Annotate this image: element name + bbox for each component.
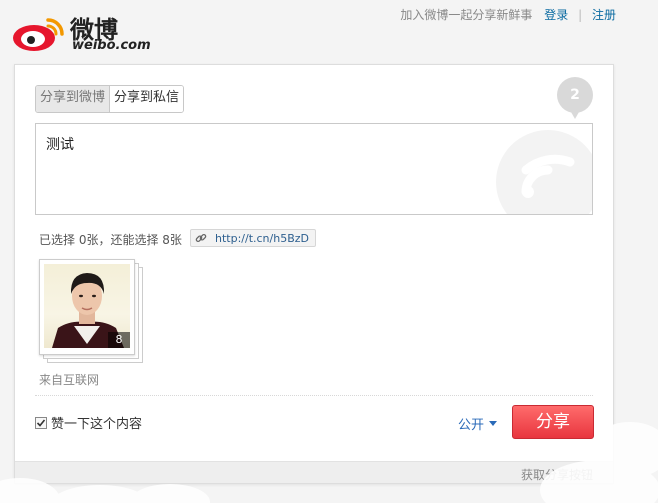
- image-count-badge: 8: [108, 332, 130, 348]
- login-link[interactable]: 登录: [544, 8, 568, 22]
- image-selection-info: 已选择 0张，还能选择 8张: [39, 233, 182, 247]
- short-link-url: http://t.cn/h5BzD: [215, 231, 309, 245]
- divider: [35, 395, 593, 396]
- thumbnail-stack[interactable]: 8: [39, 259, 145, 363]
- link-separator: |: [578, 8, 583, 22]
- share-textarea[interactable]: 测试: [35, 123, 593, 215]
- portrait-photo: 8: [44, 264, 130, 348]
- short-link-box[interactable]: http://t.cn/h5BzD: [190, 229, 316, 247]
- share-text-value: 测试: [46, 137, 74, 153]
- header: 微博 weibo.com 加入微博一起分享新鲜事 登录 | 注册: [0, 0, 658, 60]
- weibo-logo[interactable]: 微博 weibo.com: [12, 6, 151, 56]
- cloud-decoration: [0, 422, 658, 503]
- tab-share-message[interactable]: 分享到私信: [110, 86, 184, 112]
- image-source: 来自互联网: [39, 373, 100, 387]
- register-link[interactable]: 注册: [592, 8, 616, 22]
- share-tabs: 分享到微博 分享到私信: [35, 85, 185, 113]
- logo-domain: weibo.com: [72, 38, 151, 53]
- weibo-eye-logo-icon: [13, 18, 64, 51]
- link-icon: [195, 233, 207, 243]
- top-links: 加入微博一起分享新鲜事 登录 | 注册: [400, 6, 616, 23]
- tab-share-weibo[interactable]: 分享到微博: [36, 86, 111, 112]
- remaining-count-badge: 2: [557, 77, 593, 119]
- slogan: 加入微博一起分享新鲜事: [400, 8, 533, 22]
- weibo-watermark-icon: [496, 130, 592, 214]
- thumbnail-image[interactable]: 8: [39, 259, 135, 355]
